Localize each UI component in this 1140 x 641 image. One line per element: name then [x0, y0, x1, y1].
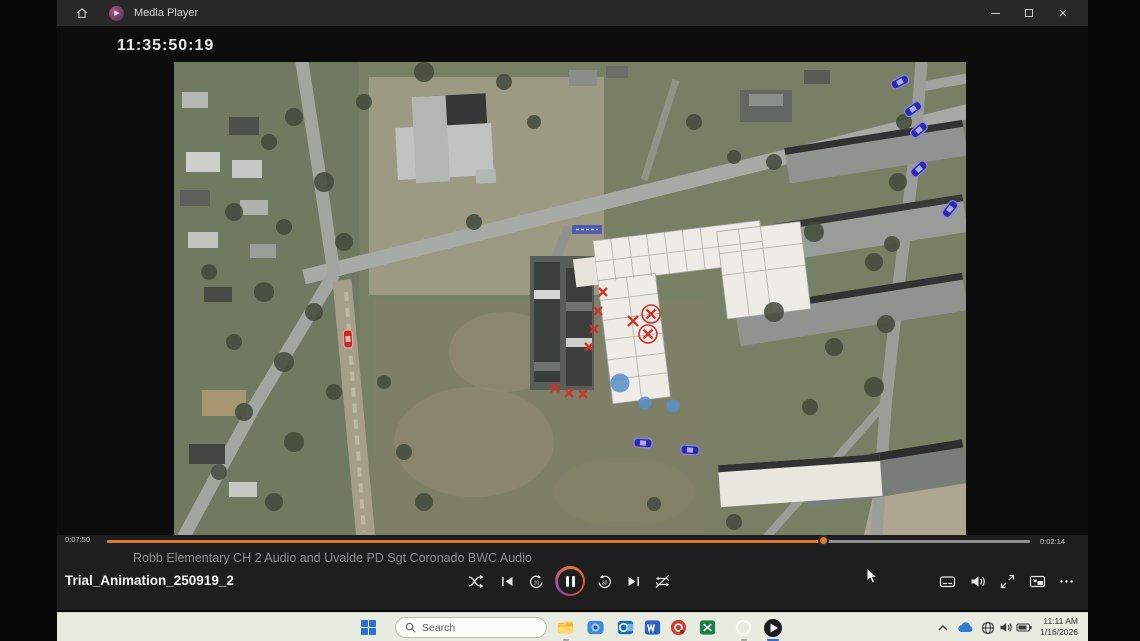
file-explorer-icon — [556, 618, 575, 637]
skip-back-10-icon: 10 — [528, 573, 545, 590]
street-label — [572, 225, 602, 234]
taskbar-app-blue-camera[interactable] — [585, 617, 606, 638]
subtitles-icon — [939, 573, 956, 590]
clock-date: 1/16/2026 — [1040, 627, 1078, 638]
pause-icon — [558, 569, 583, 594]
mini-player-button[interactable] — [1028, 572, 1046, 590]
previous-button[interactable] — [498, 572, 516, 590]
next-button[interactable] — [624, 572, 642, 590]
red-vehicle — [343, 330, 353, 348]
taskbar-app-red[interactable] — [668, 617, 689, 638]
taskbar: Search — [57, 612, 1088, 641]
seek-bar[interactable] — [107, 540, 1030, 543]
titlebar: ▶ Media Player ✕ — [57, 0, 1088, 26]
taskbar-app-file-explorer[interactable] — [555, 617, 576, 638]
mini-player-icon — [1029, 573, 1046, 590]
battery-icon — [1016, 622, 1032, 633]
subtitles-button[interactable] — [938, 572, 956, 590]
taskbar-app-word[interactable] — [642, 617, 663, 638]
home-icon — [75, 6, 89, 20]
mouse-cursor-icon — [866, 567, 879, 590]
tray-onedrive[interactable] — [956, 617, 974, 638]
player-control-panel: 0:07:50 0:02:14 Robb Elementary CH 2 Aud… — [57, 535, 1088, 610]
maximize-icon — [1025, 9, 1033, 17]
excel-app-icon — [698, 618, 717, 637]
repeat-button[interactable] — [653, 572, 671, 590]
svg-text:10: 10 — [533, 580, 539, 586]
media-player-logo-icon: ▶ — [109, 6, 124, 21]
aerial-map-frame — [174, 62, 966, 535]
elapsed-time: 0:07:50 — [65, 535, 90, 544]
chevron-up-icon — [938, 624, 948, 632]
skip-back-button[interactable]: 10 — [527, 572, 545, 590]
shuffle-icon — [468, 573, 485, 590]
repeat-off-icon — [654, 573, 671, 590]
close-button[interactable]: ✕ — [1046, 0, 1080, 26]
app-title: Media Player — [134, 7, 198, 19]
outlook-icon — [616, 618, 635, 637]
audio-caption: Robb Elementary CH 2 Audio and Uvalde PD… — [133, 551, 532, 565]
taskbar-search[interactable]: Search — [395, 617, 547, 638]
tray-clock[interactable]: 11:11 AM 1/16/2026 — [1040, 616, 1078, 638]
search-placeholder: Search — [422, 622, 455, 634]
skip-forward-30-icon: 30 — [596, 573, 613, 590]
shuffle-button[interactable] — [467, 572, 485, 590]
circle-app-icon — [734, 618, 753, 637]
clock-time: 11:11 AM — [1040, 616, 1078, 627]
seek-thumb[interactable] — [818, 535, 829, 546]
previous-icon — [499, 573, 516, 590]
taskbar-app-excel[interactable] — [697, 617, 718, 638]
media-player-window: ▶ Media Player ✕ 11:35:50:19 — [57, 0, 1088, 610]
track-title: Trial_Animation_250919_2 — [65, 573, 234, 588]
onedrive-cloud-icon — [957, 622, 973, 633]
maximize-button[interactable] — [1012, 0, 1046, 26]
tray-network[interactable] — [979, 617, 997, 638]
robb-elementary-aerial-view — [174, 62, 966, 535]
taskbar-app-recorder[interactable] — [733, 617, 754, 638]
skip-forward-button[interactable]: 30 — [595, 572, 613, 590]
minimize-button[interactable] — [978, 0, 1012, 26]
windows-start-icon — [361, 620, 376, 635]
home-button[interactable] — [69, 3, 95, 23]
search-icon — [405, 622, 416, 633]
pause-button[interactable] — [555, 566, 585, 596]
volume-button[interactable] — [968, 572, 986, 590]
tray-volume[interactable] — [997, 617, 1015, 638]
remaining-time: 0:02:14 — [1040, 537, 1065, 546]
close-icon: ✕ — [1058, 7, 1067, 20]
more-icon — [1058, 573, 1075, 590]
camera-app-icon — [586, 618, 605, 637]
fullscreen-button[interactable] — [998, 572, 1016, 590]
seek-progress — [107, 540, 823, 543]
taskbar-app-outlook[interactable] — [615, 617, 636, 638]
network-globe-icon — [981, 621, 995, 635]
tray-battery[interactable] — [1014, 617, 1034, 638]
more-options-button[interactable] — [1057, 572, 1075, 590]
taskbar-app-media-player[interactable] — [762, 617, 783, 638]
fullscreen-icon — [999, 573, 1016, 590]
video-surface[interactable]: 11:35:50:19 — [57, 26, 1088, 535]
start-button[interactable] — [358, 617, 379, 638]
red-app-icon — [669, 618, 688, 637]
media-player-taskbar-icon — [763, 618, 783, 638]
video-timestamp-overlay: 11:35:50:19 — [117, 37, 214, 55]
tray-volume-icon — [999, 621, 1013, 634]
volume-icon — [969, 573, 986, 590]
next-icon — [625, 573, 642, 590]
svg-text:30: 30 — [601, 580, 607, 586]
desktop-screen: ▶ Media Player ✕ 11:35:50:19 — [0, 0, 1140, 641]
word-app-icon — [643, 618, 662, 637]
tray-chevron[interactable] — [935, 617, 951, 638]
minimize-icon — [991, 13, 1000, 14]
